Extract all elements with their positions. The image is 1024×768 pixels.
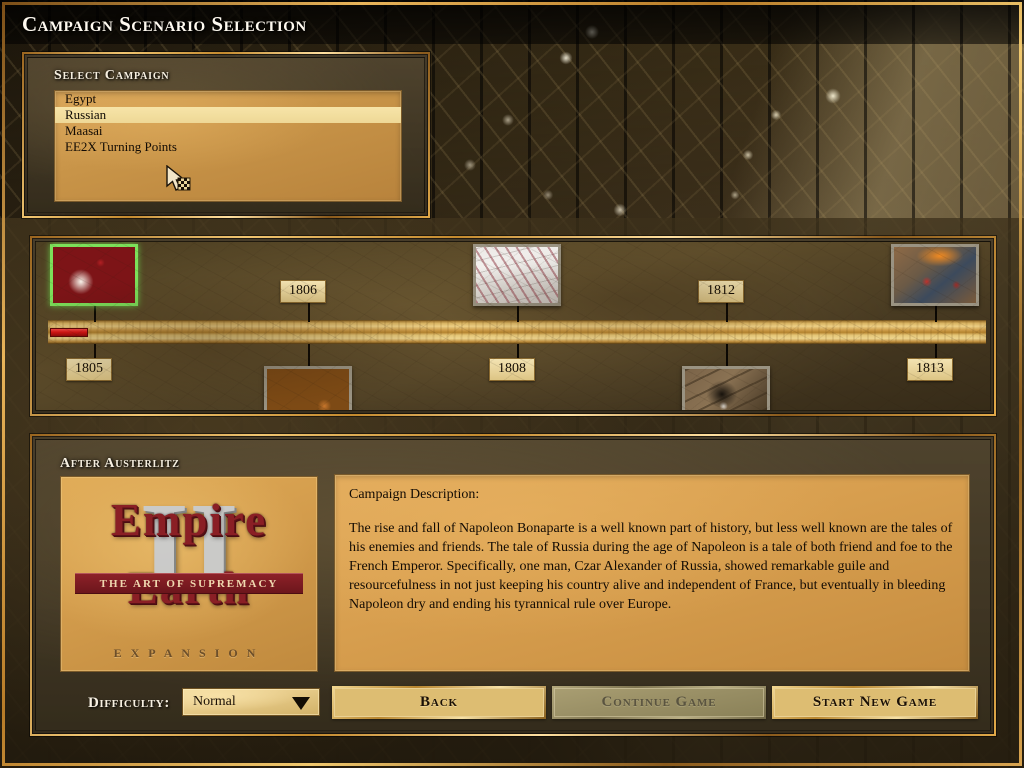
timeline-canvas: 1805 1806 1808 1812 1813 xyxy=(35,241,991,411)
campaign-description-box: Campaign Description: The rise and fall … xyxy=(334,474,970,672)
description-body: The rise and fall of Napoleon Bonaparte … xyxy=(349,521,957,612)
campaign-list[interactable]: Egypt Russian Maasai EE2X Turning Points xyxy=(54,90,402,202)
controls-row: Difficulty: Normal Back Continue Game St… xyxy=(32,686,994,722)
description-heading: Campaign Description: xyxy=(349,487,480,502)
campaign-list-item[interactable]: Maasai xyxy=(55,123,401,139)
scenario-title: After Austerlitz xyxy=(60,456,180,471)
scenario-detail-panel: After Austerlitz II Empire Earth THE ART… xyxy=(30,434,996,736)
timeline-progress-indicator xyxy=(50,328,88,337)
timeline-year-label[interactable]: 1812 xyxy=(698,280,744,303)
back-button[interactable]: Back xyxy=(332,686,546,719)
difficulty-label: Difficulty: xyxy=(88,695,170,711)
timeline-bar[interactable] xyxy=(48,320,986,344)
timeline-year-label[interactable]: 1805 xyxy=(66,358,112,381)
chevron-down-icon xyxy=(292,697,310,710)
timeline-year-connector xyxy=(935,344,937,358)
timeline-thumbnail[interactable] xyxy=(891,244,979,306)
select-campaign-panel: Select Campaign Egypt Russian Maasai EE2X T… xyxy=(22,52,430,218)
timeline-connector xyxy=(308,344,310,366)
title-bar: Campaign Scenario Selection xyxy=(0,0,1024,44)
start-new-game-button[interactable]: Start New Game xyxy=(772,686,978,719)
select-campaign-label: Select Campaign xyxy=(54,68,170,83)
timeline-year-connector xyxy=(94,344,96,358)
timeline-thumbnail[interactable] xyxy=(264,366,352,410)
timeline-thumbnail[interactable] xyxy=(50,244,138,306)
logo-expansion-text: EXPANSION xyxy=(113,646,265,660)
campaign-scenario-screen: Campaign Scenario Selection Select Campa… xyxy=(0,0,1024,768)
timeline-thumbnail[interactable] xyxy=(473,244,561,306)
timeline-year-label[interactable]: 1813 xyxy=(907,358,953,381)
logo-ribbon-text: THE ART OF SUPREMACY xyxy=(75,573,303,594)
game-logo: II Empire Earth THE ART OF SUPREMACY EXP… xyxy=(60,476,318,672)
timeline-year-label[interactable]: 1806 xyxy=(280,280,326,303)
timeline-connector xyxy=(726,344,728,366)
timeline-year-connector xyxy=(517,344,519,358)
timeline-panel: 1805 1806 1808 1812 1813 xyxy=(30,236,996,416)
logo-line-empire: Empire xyxy=(110,495,268,545)
timeline-thumbnail[interactable] xyxy=(682,366,770,410)
timeline-year-connector xyxy=(726,302,728,322)
continue-game-button: Continue Game xyxy=(552,686,766,719)
campaign-list-item[interactable]: Russian xyxy=(55,107,401,123)
timeline-year-connector xyxy=(308,302,310,322)
difficulty-value: Normal xyxy=(193,694,236,709)
timeline-year-label[interactable]: 1808 xyxy=(489,358,535,381)
campaign-list-item[interactable]: EE2X Turning Points xyxy=(55,139,401,155)
difficulty-select[interactable]: Normal xyxy=(182,688,320,716)
page-title: Campaign Scenario Selection xyxy=(22,12,307,36)
campaign-list-item[interactable]: Egypt xyxy=(55,91,401,107)
